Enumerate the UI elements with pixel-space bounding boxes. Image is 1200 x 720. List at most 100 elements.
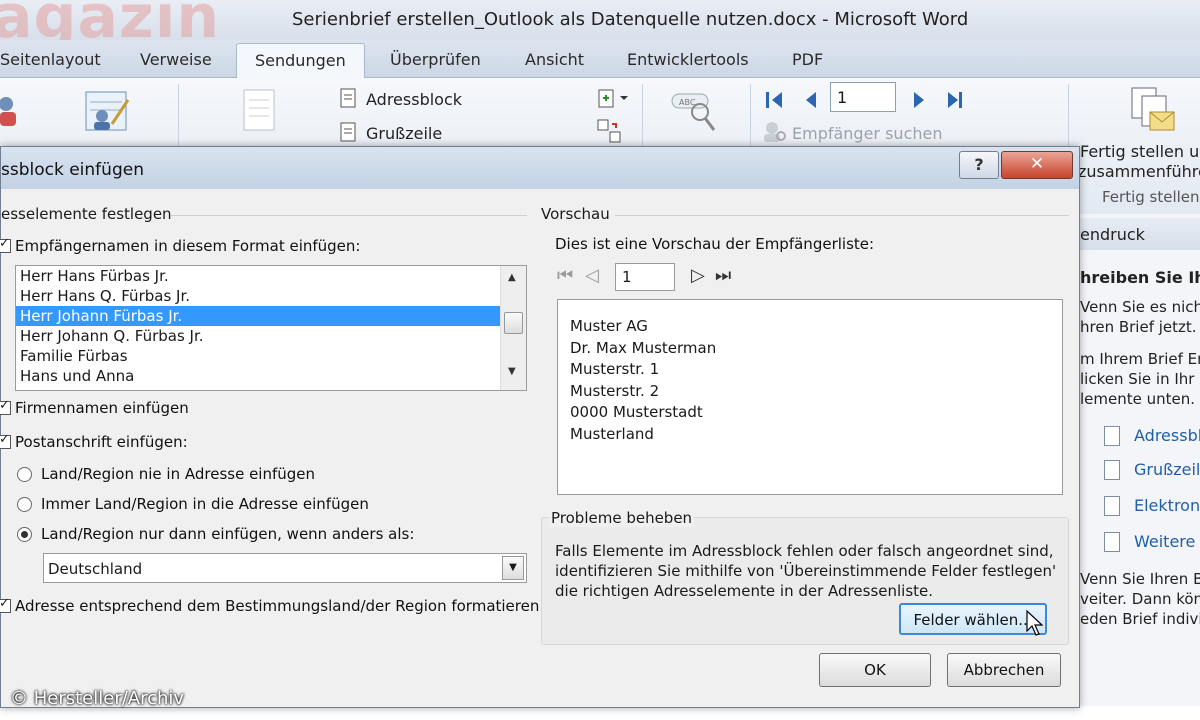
- format-by-destination-label: Adresse entsprechend dem Bestimmungsland…: [15, 597, 540, 615]
- first-record-icon[interactable]: ⏮: [557, 265, 573, 286]
- insert-merge-field-icon[interactable]: [598, 88, 632, 110]
- recipient-name-label: Empfängernamen in diesem Format einfügen…: [15, 237, 361, 255]
- list-item[interactable]: Herr Hans Fürbas Jr.: [16, 266, 526, 286]
- close-button[interactable]: ✕: [1001, 151, 1073, 179]
- chevron-down-icon[interactable]: ▼: [502, 556, 524, 580]
- preview-group-title: Vorschau: [541, 205, 610, 223]
- greeting-line-button[interactable]: Grußzeile: [366, 124, 442, 143]
- name-format-list[interactable]: Herr Hans Fürbas Jr. Herr Hans Q. Fürbas…: [15, 265, 527, 391]
- task-pane-text: veiter. Dann kön: [1080, 590, 1200, 608]
- task-pane-link-grusszeile[interactable]: Grußzeile: [1134, 460, 1200, 479]
- task-pane-link-weitere[interactable]: Weitere E: [1134, 532, 1200, 551]
- list-scrollbar[interactable]: ▲ ▼: [500, 266, 526, 390]
- preview-line: Dr. Max Musterman: [570, 338, 717, 357]
- recipients-icon[interactable]: [0, 92, 20, 132]
- scroll-down-icon[interactable]: ▼: [508, 366, 516, 377]
- recipient-name-checkbox[interactable]: [0, 236, 11, 253]
- preview-results-icon[interactable]: ABC: [670, 88, 720, 136]
- tab-ansicht[interactable]: Ansicht: [525, 50, 584, 69]
- task-pane-text: Venn Sie es nich: [1080, 298, 1200, 316]
- update-labels-icon[interactable]: [596, 118, 624, 146]
- preview-line: Musterstr. 1: [570, 360, 660, 378]
- insert-address-block-dialog: ssblock einfügen ? ✕ esselemente festleg…: [0, 146, 1080, 708]
- task-pane-text: hren Brief jetzt.: [1080, 318, 1197, 336]
- task-pane-text: m Ihrem Brief En: [1080, 350, 1200, 368]
- next-record-icon[interactable]: ▷: [691, 265, 705, 286]
- radio-always-country-label: Immer Land/Region in die Adresse einfüge…: [41, 495, 369, 513]
- more-items-link-icon: [1104, 532, 1120, 552]
- address-block-icon[interactable]: [340, 88, 358, 110]
- company-name-checkbox[interactable]: [0, 398, 11, 415]
- task-pane-heading: hreiben Sie Ih: [1080, 268, 1200, 287]
- tab-verweise[interactable]: Verweise: [140, 50, 212, 69]
- svg-text:ABC: ABC: [679, 98, 696, 107]
- greeting-line-icon[interactable]: [340, 122, 358, 144]
- company-name-label: Firmennamen einfügen: [15, 399, 189, 417]
- radio-never-country[interactable]: [17, 467, 32, 482]
- tab-ueberpruefen[interactable]: Überprüfen: [390, 50, 481, 69]
- task-pane-text: Venn Sie Ihren B: [1080, 570, 1200, 588]
- format-by-destination-checkbox[interactable]: [0, 596, 11, 613]
- task-pane-link-adressblock[interactable]: Adressbl: [1134, 426, 1200, 445]
- specify-elements-group-title: esselemente festlegen: [1, 205, 172, 223]
- list-item-selected[interactable]: Herr Johann Fürbas Jr.: [16, 306, 526, 326]
- highlight-fields-icon[interactable]: [242, 88, 278, 134]
- electronic-postage-link-icon: [1104, 496, 1120, 516]
- tab-seitenlayout[interactable]: Seitenlayout: [0, 50, 101, 69]
- previous-record-icon[interactable]: ◁: [585, 265, 599, 286]
- edit-recipient-list-icon[interactable]: [84, 90, 132, 134]
- find-recipient-icon: [764, 122, 786, 142]
- task-pane-text: lemente unten.: [1080, 390, 1196, 408]
- title-bar: agazin Serienbrief erstellen_Outlook als…: [0, 0, 1200, 52]
- preview-line: Musterstr. 2: [570, 381, 660, 400]
- preview-line: 0000 Musterstadt: [570, 403, 703, 421]
- preview-record-input[interactable]: 1: [615, 263, 675, 291]
- list-item[interactable]: Hans und Anna: [16, 366, 526, 386]
- tab-pdf[interactable]: PDF: [792, 50, 823, 69]
- troubleshoot-text: Falls Elemente im Adressblock fehlen ode…: [555, 542, 1057, 600]
- finish-merge-icon[interactable]: [1128, 86, 1178, 136]
- cancel-button[interactable]: Abbrechen: [947, 653, 1061, 687]
- finish-group-label: Fertig stellen: [1102, 188, 1200, 206]
- finish-merge-label-line1[interactable]: Fertig stellen u: [1080, 142, 1199, 161]
- preview-intro: Dies ist eine Vorschau der Empfängerlist…: [555, 235, 875, 253]
- scroll-thumb[interactable]: [504, 312, 523, 334]
- scroll-up-icon[interactable]: ▲: [508, 272, 516, 283]
- record-number-input[interactable]: 1: [830, 82, 896, 112]
- find-recipient-button[interactable]: Empfänger suchen: [792, 124, 943, 143]
- greeting-link-icon: [1104, 460, 1120, 480]
- help-button[interactable]: ?: [959, 151, 999, 179]
- list-item[interactable]: Herr Johann Q. Fürbas Jr.: [16, 326, 526, 346]
- postal-address-label: Postanschrift einfügen:: [15, 433, 188, 451]
- country-select[interactable]: Deutschland ▼: [43, 553, 527, 583]
- radio-never-country-label: Land/Region nie in Adresse einfügen: [41, 465, 316, 483]
- ok-button[interactable]: OK: [819, 653, 931, 687]
- tab-sendungen[interactable]: Sendungen: [236, 43, 365, 79]
- country-select-value: Deutschland: [48, 560, 143, 578]
- postal-address-checkbox[interactable]: [0, 432, 11, 449]
- list-item[interactable]: Familie Fürbas: [16, 346, 526, 366]
- address-block-button[interactable]: Adressblock: [366, 90, 462, 109]
- preview-line: Musterland: [570, 424, 654, 443]
- address-preview: Muster AG Dr. Max Musterman Musterstr. 1…: [557, 299, 1063, 495]
- finish-merge-label-line2[interactable]: zusammenführe: [1078, 162, 1200, 181]
- task-pane-header: endruck: [1072, 218, 1200, 250]
- last-record-icon[interactable]: ⏭: [715, 265, 731, 286]
- window-title: Serienbrief erstellen_Outlook als Datenq…: [292, 9, 969, 30]
- tab-entwicklertools[interactable]: Entwicklertools: [627, 50, 749, 69]
- group-divider: [171, 215, 527, 216]
- address-block-link-icon: [1104, 426, 1120, 446]
- task-pane-text: eden Brief indivic: [1080, 610, 1200, 628]
- radio-country-if-different[interactable]: [17, 527, 32, 542]
- list-item[interactable]: Herr Hans Q. Fürbas Jr.: [16, 286, 526, 306]
- radio-always-country[interactable]: [17, 497, 32, 512]
- ribbon-tabs: Seitenlayout Verweise Sendungen Überprüf…: [0, 40, 1200, 79]
- task-pane-text: licken Sie in Ihr D: [1080, 370, 1200, 388]
- radio-country-if-different-label: Land/Region nur dann einfügen, wenn ande…: [41, 525, 415, 543]
- image-credit: © Hersteller/Archiv: [10, 688, 185, 709]
- group-divider: [615, 215, 1069, 216]
- task-pane-link-elektronisch[interactable]: Elektronis: [1134, 496, 1200, 515]
- dialog-title-bar: ssblock einfügen ? ✕: [1, 147, 1079, 189]
- dialog-title: ssblock einfügen: [1, 160, 144, 180]
- mouse-cursor-icon: [1026, 609, 1044, 636]
